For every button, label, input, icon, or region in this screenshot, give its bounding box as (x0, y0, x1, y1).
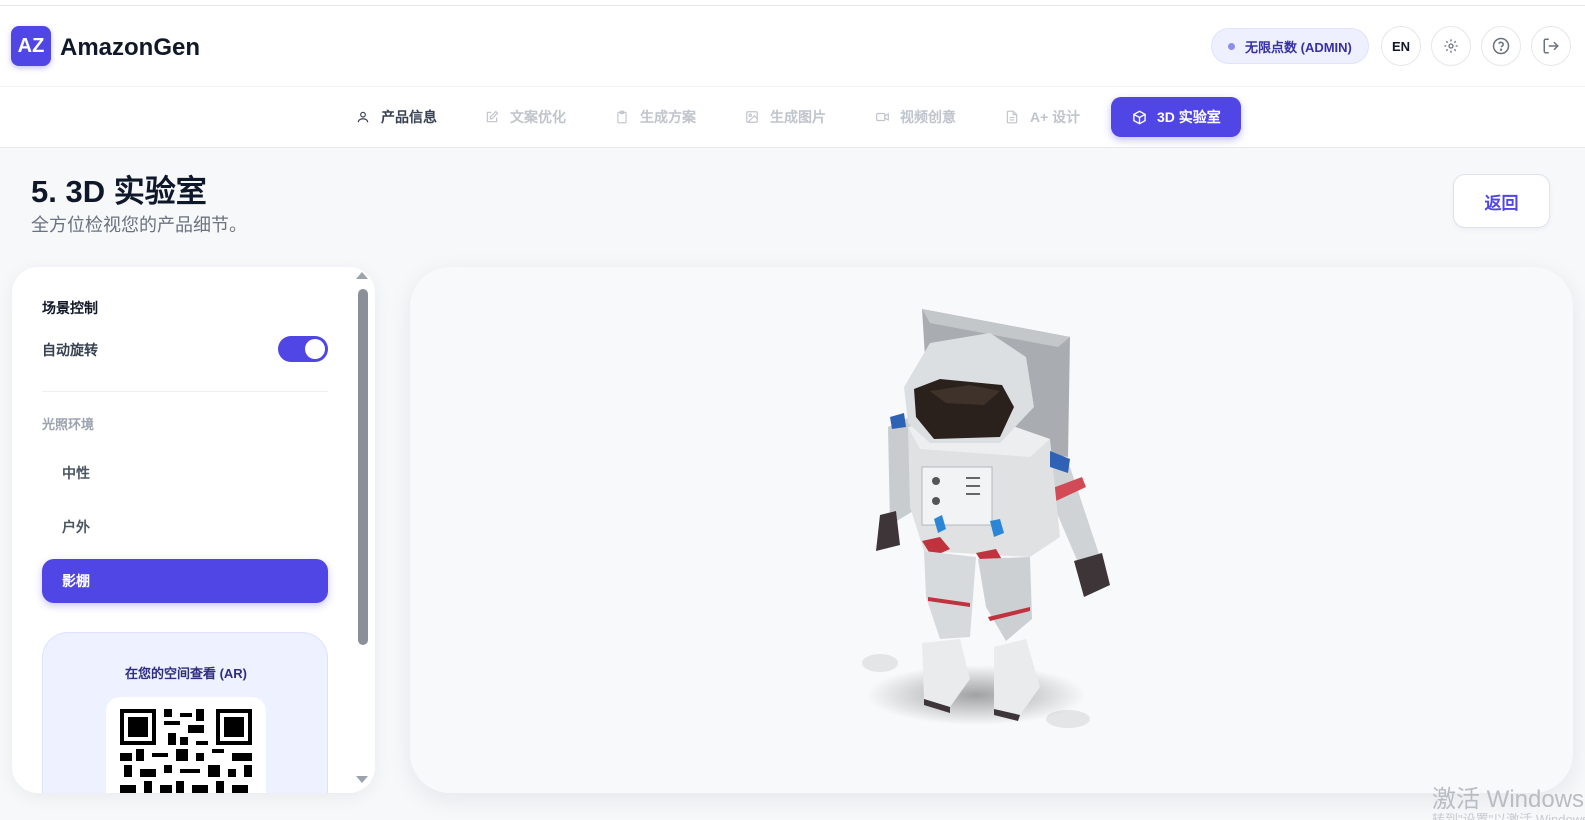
tab-aplus-design[interactable]: A+ 设计 (1004, 97, 1080, 137)
scene-control-title: 场景控制 (42, 300, 98, 316)
tab-label: 产品信息 (381, 109, 437, 125)
cube-icon (1131, 109, 1147, 125)
image-icon (744, 109, 760, 125)
tab-generate-images[interactable]: 生成图片 (744, 97, 826, 137)
page-title: 5. 3D 实验室 (31, 174, 207, 209)
scroll-up-arrow-icon[interactable] (356, 272, 368, 279)
toggle-knob (305, 339, 325, 359)
windows-watermark-sub: 转到"设置"以激活 Windows。 (1432, 812, 1585, 820)
logout-button[interactable] (1531, 26, 1571, 66)
tab-copy-optimize[interactable]: 文案优化 (484, 97, 566, 137)
3d-viewer[interactable] (410, 267, 1573, 793)
app-header: AZ AmazonGen 无限点数 (ADMIN) EN (0, 6, 1585, 86)
status-dot-icon (1228, 42, 1235, 50)
panel-scrollbar[interactable] (358, 289, 368, 645)
video-icon (874, 109, 890, 125)
tab-label: 生成图片 (770, 109, 826, 125)
tab-product-info[interactable]: 产品信息 (355, 97, 437, 137)
gear-icon (1444, 39, 1458, 53)
credits-badge: 无限点数 (ADMIN) (1211, 28, 1369, 64)
clipboard-icon (614, 109, 630, 125)
language-button[interactable]: EN (1381, 26, 1421, 66)
astronaut-3d-model[interactable] (410, 267, 1573, 793)
help-circle-icon (1492, 37, 1510, 55)
scroll-down-arrow-icon[interactable] (356, 776, 368, 783)
app-logo[interactable]: AZ (11, 26, 51, 66)
divider (42, 391, 328, 392)
user-icon (355, 109, 371, 125)
lighting-option-neutral[interactable]: 中性 (42, 451, 328, 495)
settings-button[interactable] (1431, 26, 1471, 66)
tab-generate-plan[interactable]: 生成方案 (614, 97, 696, 137)
tab-label: A+ 设计 (1030, 109, 1081, 125)
document-icon (1004, 109, 1020, 125)
tab-video-ideas[interactable]: 视频创意 (874, 97, 956, 137)
tab-label: 文案优化 (510, 109, 566, 125)
step-tabs: 产品信息 文案优化 生成方案 生成图片 视频创意 A+ 设计 3D 实验室 (0, 86, 1585, 148)
brand-name: AmazonGen (60, 34, 201, 61)
tab-3d-lab[interactable]: 3D 实验室 (1111, 97, 1241, 137)
tab-label: 视频创意 (900, 109, 956, 125)
help-button[interactable] (1481, 26, 1521, 66)
lighting-option-studio[interactable]: 影棚 (42, 559, 328, 603)
tab-label: 3D 实验室 (1157, 109, 1221, 125)
page-subtitle: 全方位检视您的产品细节。 (31, 215, 247, 235)
credits-label: 无限点数 (ADMIN) (1245, 39, 1352, 55)
back-button[interactable]: 返回 (1453, 174, 1550, 228)
auto-rotate-toggle[interactable] (278, 336, 328, 362)
lighting-option-outdoor[interactable]: 户外 (42, 505, 328, 549)
tab-label: 生成方案 (640, 109, 696, 125)
lighting-label: 光照环境 (42, 417, 95, 432)
logout-icon (1543, 38, 1559, 54)
edit-icon (484, 109, 500, 125)
auto-rotate-label: 自动旋转 (42, 342, 98, 358)
